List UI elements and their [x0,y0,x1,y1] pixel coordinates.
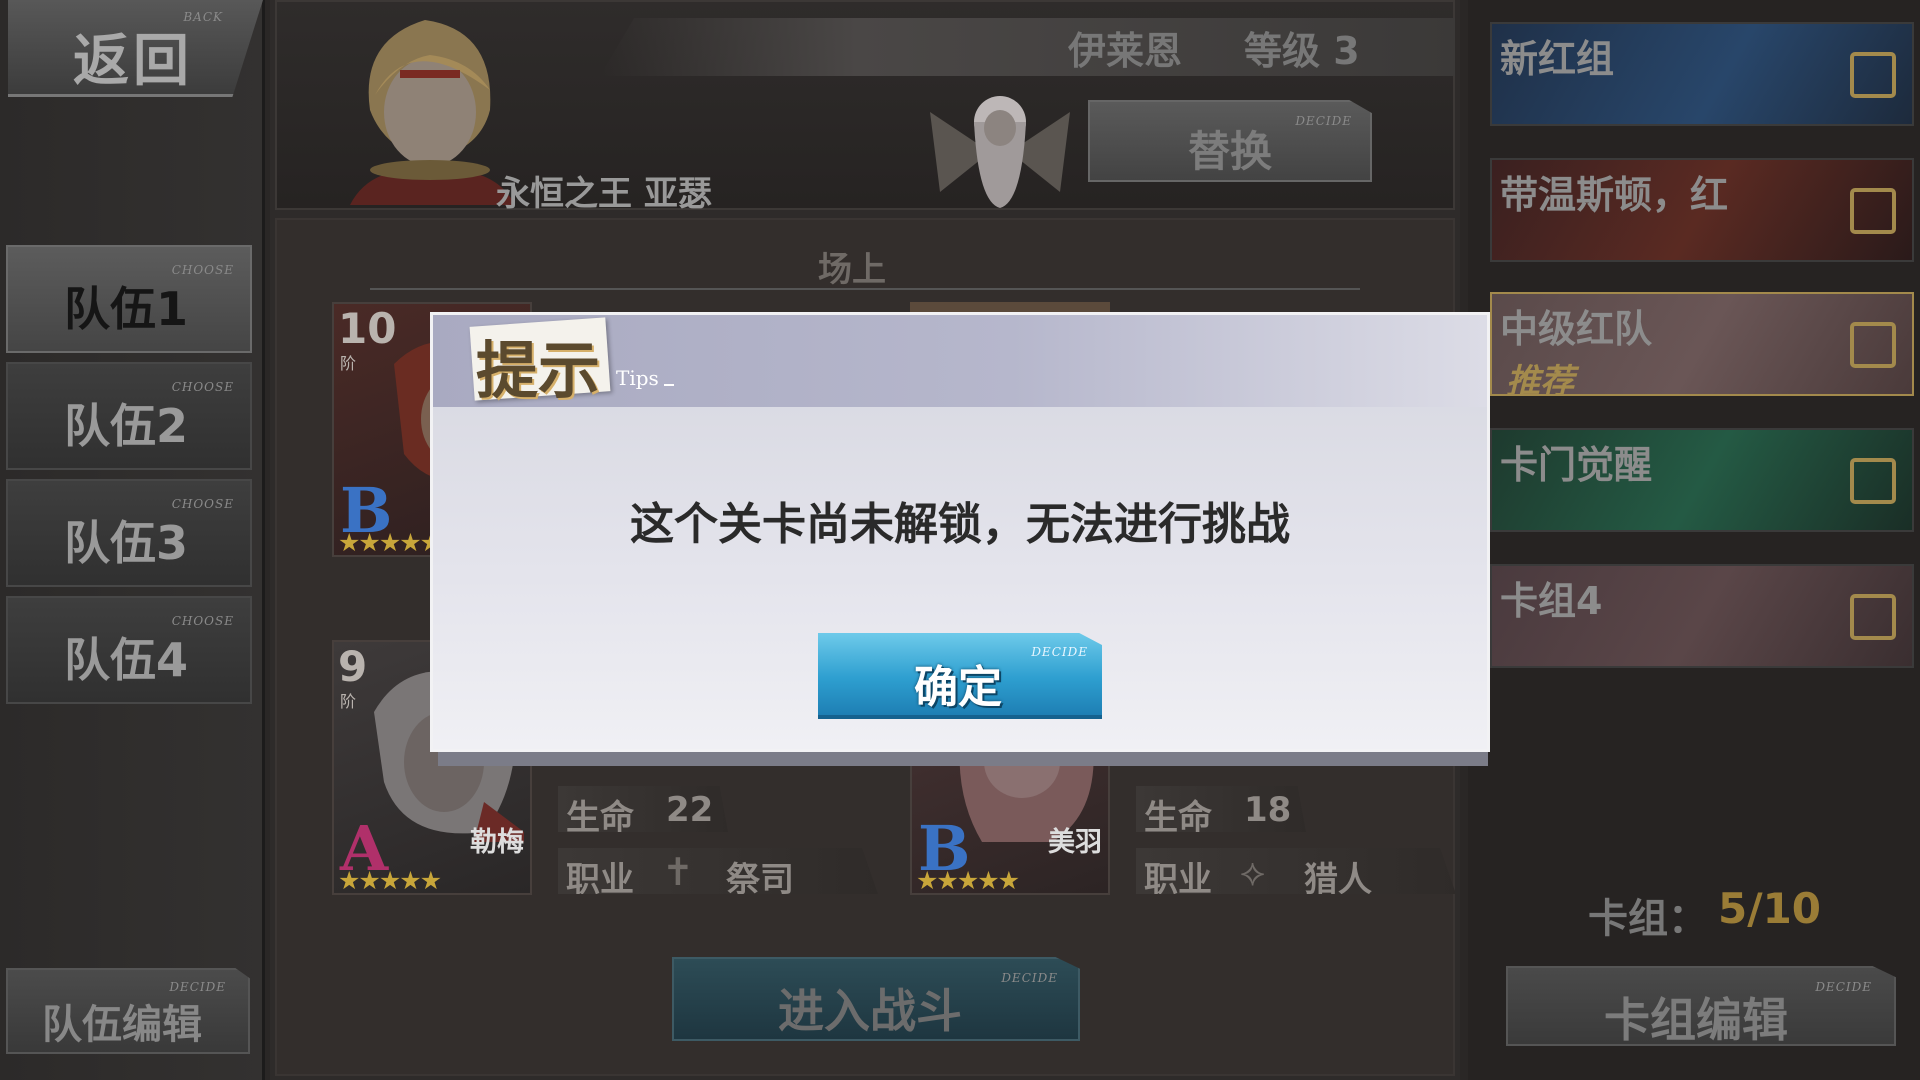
dialog-subtitle: Tips [616,366,659,390]
confirm-tag: DECIDE [1031,645,1088,659]
subtitle-underline [664,384,674,386]
dialog-message: 这个关卡尚未解锁，无法进行挑战 [630,499,1290,550]
dialog-title: 提示 [476,334,601,407]
confirm-button[interactable]: 确定 DECIDE [818,633,1102,719]
confirm-label: 确定 [914,662,1002,713]
